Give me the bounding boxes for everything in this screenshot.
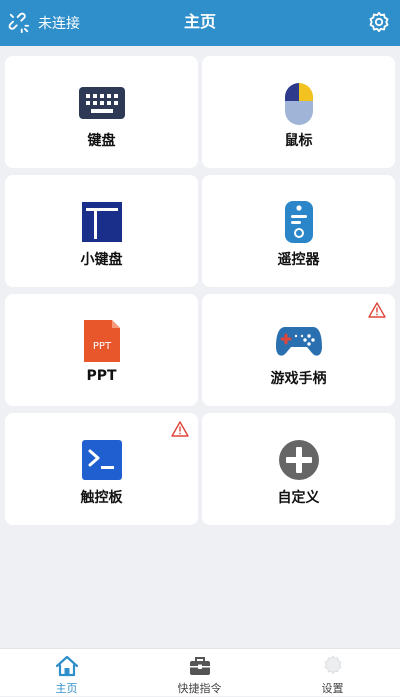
- home-icon: [55, 655, 78, 677]
- tile-ppt[interactable]: PPT PPT: [5, 294, 198, 406]
- terminal-touchpad-icon: [78, 438, 126, 482]
- tile-label: 遥控器: [277, 252, 320, 268]
- tile-label: 键盘: [87, 133, 116, 149]
- tab-home[interactable]: 主页: [0, 649, 133, 697]
- tile-gamepad[interactable]: 游戏手柄: [202, 294, 395, 406]
- gamepad-icon: [275, 319, 323, 363]
- remote-control-icon: [275, 200, 323, 244]
- numpad-icon: [78, 200, 126, 244]
- tile-keyboard[interactable]: 键盘: [5, 56, 198, 168]
- keyboard-icon: [78, 81, 126, 125]
- tab-label: 快捷指令: [177, 682, 222, 695]
- ppt-icon-text: PPT: [92, 341, 111, 352]
- settings-icon: [324, 655, 341, 675]
- tile-custom[interactable]: 自定义: [202, 413, 395, 525]
- tile-label: 触控板: [80, 490, 123, 506]
- plus-circle-icon: [275, 438, 323, 482]
- tile-label: 小键盘: [80, 252, 123, 268]
- tile-label: 自定义: [277, 490, 320, 506]
- mouse-icon: [275, 81, 323, 125]
- ppt-file-icon: PPT: [78, 319, 126, 363]
- tab-label: 设置: [321, 682, 344, 695]
- tile-remote-control[interactable]: 遥控器: [202, 175, 395, 287]
- bottom-tab-bar: 主页 快捷指令 设置: [0, 648, 400, 696]
- toolbox-icon: [189, 657, 210, 675]
- tile-numpad[interactable]: 小键盘: [5, 175, 198, 287]
- tile-label: PPT: [86, 368, 117, 384]
- top-bar: 未连接 主页: [0, 0, 400, 46]
- tile-touchpad[interactable]: 触控板: [5, 413, 198, 525]
- tile-label: 鼠标: [284, 133, 313, 149]
- tile-label: 游戏手柄: [270, 371, 327, 387]
- tile-mouse[interactable]: 鼠标: [202, 56, 395, 168]
- tab-label: 主页: [55, 682, 78, 695]
- tab-shortcuts[interactable]: 快捷指令: [133, 649, 266, 697]
- warning-icon: [368, 302, 386, 318]
- gear-icon[interactable]: [368, 11, 390, 33]
- tab-settings[interactable]: 设置: [266, 649, 399, 697]
- warning-icon: [171, 421, 189, 437]
- page-title: 主页: [183, 12, 216, 31]
